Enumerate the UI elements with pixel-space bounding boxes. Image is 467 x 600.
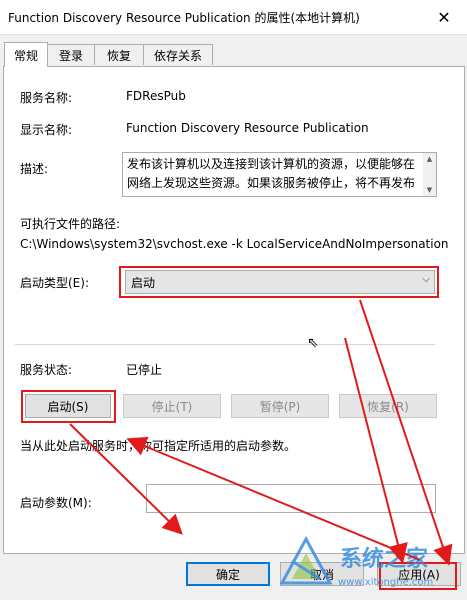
mouse-cursor-icon: ⇖ [307,335,319,351]
annotation-arrows [69,299,453,566]
tab-label: 常规 [13,48,38,63]
tab-general[interactable]: 常规 [4,42,48,67]
arrow-top-to-apply [359,299,453,566]
arrow-startup-to-apply [344,337,408,564]
arrow-start-to-params [69,423,183,535]
